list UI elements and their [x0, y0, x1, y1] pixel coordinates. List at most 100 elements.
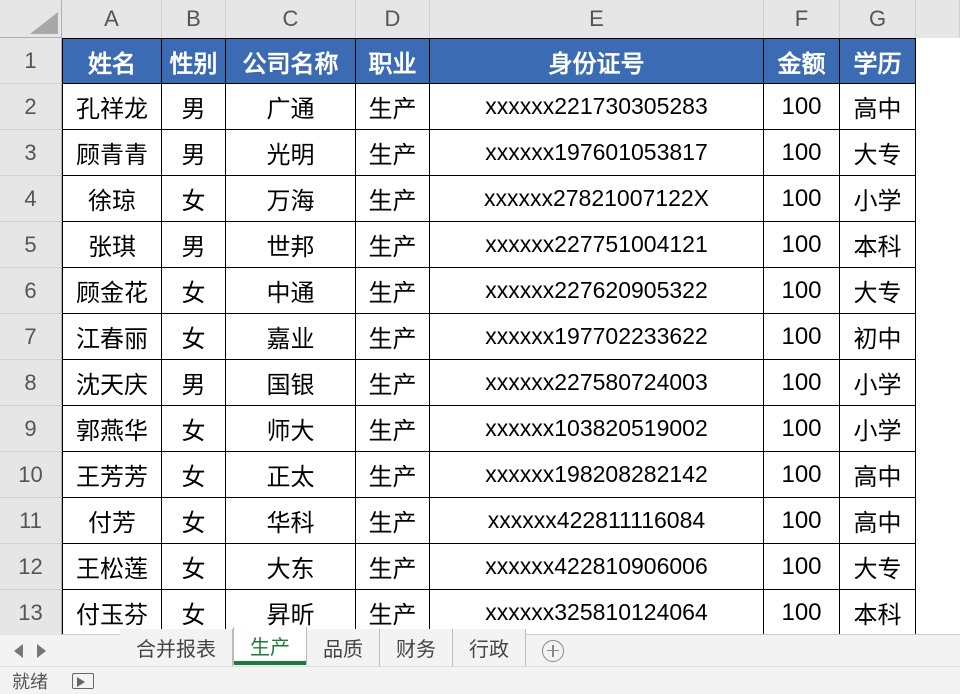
cell-sex[interactable]: 男	[162, 84, 226, 130]
tab-nav-next-icon[interactable]	[37, 644, 46, 658]
cell-company[interactable]: 万海	[226, 176, 356, 222]
cell-amount[interactable]: 100	[764, 360, 840, 406]
row-header[interactable]: 10	[0, 452, 62, 498]
cell-company[interactable]: 国银	[226, 360, 356, 406]
col-header-C[interactable]: C	[226, 0, 356, 38]
header-id[interactable]: 身份证号	[430, 38, 764, 84]
cell-amount[interactable]: 100	[764, 222, 840, 268]
select-all-corner[interactable]	[0, 0, 62, 38]
header-sex[interactable]: 性别	[162, 38, 226, 84]
sheet-tab[interactable]: 合并报表	[120, 629, 233, 666]
cell-name[interactable]: 王芳芳	[62, 452, 162, 498]
sheet-tab[interactable]: 品质	[307, 629, 380, 666]
cell-company[interactable]: 师大	[226, 406, 356, 452]
grid-body[interactable]: 姓名 性别 公司名称 职业 身份证号 金额 学历 孔祥龙男广通生产xxxxxx2…	[62, 38, 960, 635]
col-header-B[interactable]: B	[162, 0, 226, 38]
cell-amount[interactable]: 100	[764, 544, 840, 590]
row-header[interactable]: 7	[0, 314, 62, 360]
row-header[interactable]: 2	[0, 84, 62, 130]
sheet-tab[interactable]: 财务	[380, 629, 453, 666]
row-header[interactable]: 11	[0, 498, 62, 544]
cell-name[interactable]: 江春丽	[62, 314, 162, 360]
cell-name[interactable]: 郭燕华	[62, 406, 162, 452]
cell-sex[interactable]: 女	[162, 544, 226, 590]
row-header[interactable]: 6	[0, 268, 62, 314]
cell-job[interactable]: 生产	[356, 130, 430, 176]
col-header-E[interactable]: E	[430, 0, 764, 38]
cell-id[interactable]: xxxxxx227580724003	[430, 360, 764, 406]
add-sheet-button[interactable]	[526, 635, 580, 666]
cell-sex[interactable]: 男	[162, 130, 226, 176]
cell-company[interactable]: 广通	[226, 84, 356, 130]
cell-id[interactable]: xxxxxx197702233622	[430, 314, 764, 360]
cell-company[interactable]: 中通	[226, 268, 356, 314]
cell-edu[interactable]: 高中	[840, 452, 916, 498]
cell-amount[interactable]: 100	[764, 406, 840, 452]
cell-job[interactable]: 生产	[356, 268, 430, 314]
col-header-extra[interactable]	[916, 0, 960, 38]
header-edu[interactable]: 学历	[840, 38, 916, 84]
row-header[interactable]: 9	[0, 406, 62, 452]
cell-id[interactable]: xxxxxx422810906006	[430, 544, 764, 590]
cell-edu[interactable]: 小学	[840, 406, 916, 452]
cell-edu[interactable]: 本科	[840, 590, 916, 635]
row-header[interactable]: 8	[0, 360, 62, 406]
cell-amount[interactable]: 100	[764, 268, 840, 314]
cell-name[interactable]: 顾青青	[62, 130, 162, 176]
cell-sex[interactable]: 女	[162, 498, 226, 544]
col-header-A[interactable]: A	[62, 0, 162, 38]
cell-name[interactable]: 孔祥龙	[62, 84, 162, 130]
cell-id[interactable]: xxxxxx198208282142	[430, 452, 764, 498]
cell-name[interactable]: 徐琼	[62, 176, 162, 222]
col-header-G[interactable]: G	[840, 0, 916, 38]
row-header[interactable]: 12	[0, 544, 62, 590]
row-header[interactable]: 1	[0, 38, 62, 84]
cell-amount[interactable]: 100	[764, 130, 840, 176]
sheet-tab[interactable]: 行政	[453, 629, 526, 666]
cell-sex[interactable]: 男	[162, 222, 226, 268]
cell-amount[interactable]: 100	[764, 176, 840, 222]
cell-job[interactable]: 生产	[356, 360, 430, 406]
sheet-tab[interactable]: 生产	[233, 627, 307, 666]
cell-edu[interactable]: 本科	[840, 222, 916, 268]
cell-sex[interactable]: 女	[162, 314, 226, 360]
macro-record-icon[interactable]	[72, 673, 94, 689]
cell-sex[interactable]: 女	[162, 452, 226, 498]
cell-job[interactable]: 生产	[356, 222, 430, 268]
cell-id[interactable]: xxxxxx227751004121	[430, 222, 764, 268]
cell-amount[interactable]: 100	[764, 452, 840, 498]
cell-edu[interactable]: 小学	[840, 176, 916, 222]
cell-id[interactable]: xxxxxx221730305283	[430, 84, 764, 130]
header-amount[interactable]: 金额	[764, 38, 840, 84]
col-header-D[interactable]: D	[356, 0, 430, 38]
cell-sex[interactable]: 女	[162, 268, 226, 314]
cell-job[interactable]: 生产	[356, 314, 430, 360]
cell-edu[interactable]: 小学	[840, 360, 916, 406]
header-job[interactable]: 职业	[356, 38, 430, 84]
cell-name[interactable]: 张琪	[62, 222, 162, 268]
col-header-F[interactable]: F	[764, 0, 840, 38]
row-header[interactable]: 13	[0, 590, 62, 635]
cell-company[interactable]: 世邦	[226, 222, 356, 268]
cell-sex[interactable]: 女	[162, 176, 226, 222]
cell-name[interactable]: 沈天庆	[62, 360, 162, 406]
cell-job[interactable]: 生产	[356, 176, 430, 222]
row-header[interactable]: 3	[0, 130, 62, 176]
cell-edu[interactable]: 大专	[840, 544, 916, 590]
cell-company[interactable]: 华科	[226, 498, 356, 544]
cell-amount[interactable]: 100	[764, 590, 840, 635]
cell-amount[interactable]: 100	[764, 84, 840, 130]
cell-sex[interactable]: 男	[162, 360, 226, 406]
header-name[interactable]: 姓名	[62, 38, 162, 84]
cell-edu[interactable]: 高中	[840, 498, 916, 544]
cell-edu[interactable]: 高中	[840, 84, 916, 130]
cell-company[interactable]: 光明	[226, 130, 356, 176]
cell-id[interactable]: xxxxxx27821007122X	[430, 176, 764, 222]
cell-name[interactable]: 付芳	[62, 498, 162, 544]
header-company[interactable]: 公司名称	[226, 38, 356, 84]
cell-job[interactable]: 生产	[356, 406, 430, 452]
cell-job[interactable]: 生产	[356, 452, 430, 498]
cell-edu[interactable]: 大专	[840, 130, 916, 176]
cell-job[interactable]: 生产	[356, 498, 430, 544]
cell-amount[interactable]: 100	[764, 498, 840, 544]
